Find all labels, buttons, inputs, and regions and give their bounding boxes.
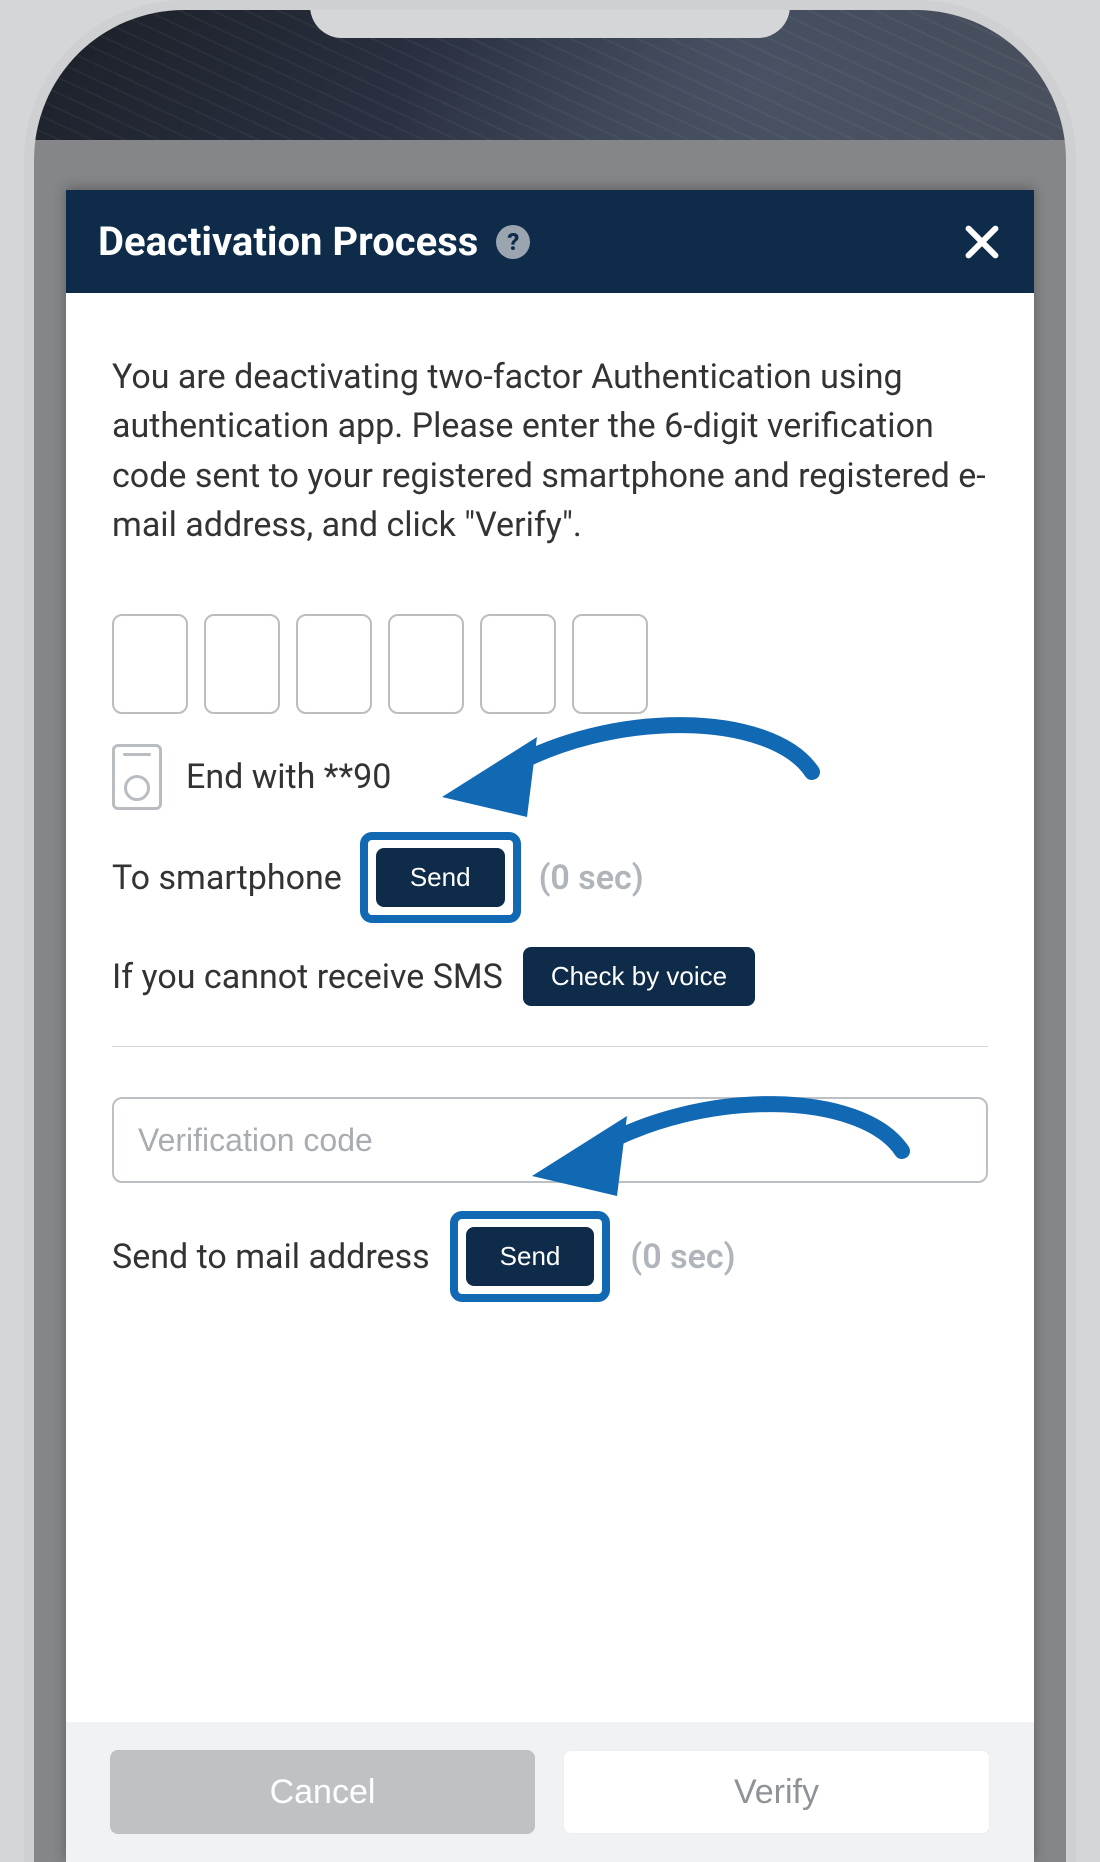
instructions-text: You are deactivating two-factor Authenti… [112,353,988,550]
phone-ending-label: End with **90 [186,757,391,797]
send-mail-label: Send to mail address [112,1237,430,1277]
section-divider [112,1046,988,1047]
modal-footer: Cancel Verify [66,1722,1034,1862]
phone-number-row: End with **90 [112,744,988,810]
verify-button[interactable]: Verify [563,1750,990,1834]
sms-fallback-label: If you cannot receive SMS [112,957,503,997]
close-icon[interactable] [962,222,1002,262]
code-digit-6[interactable] [572,614,648,714]
help-icon[interactable]: ? [496,225,530,259]
modal-body: You are deactivating two-factor Authenti… [66,293,1034,1722]
modal-header: Deactivation Process ? [66,190,1034,293]
send-mail-row: Send to mail address Send (0 sec) [112,1211,988,1302]
sms-code-inputs [112,614,988,714]
code-digit-4[interactable] [388,614,464,714]
send-mail-highlight: Send [450,1211,611,1302]
phone-frame: Deactivation Process ? You are deactivat… [24,0,1076,1862]
send-mail-button[interactable]: Send [466,1227,595,1286]
code-digit-2[interactable] [204,614,280,714]
code-digit-5[interactable] [480,614,556,714]
modal-title: Deactivation Process [98,218,478,265]
code-digit-1[interactable] [112,614,188,714]
phone-notch [310,0,790,38]
mail-timer: (0 sec) [630,1237,735,1277]
verification-code-input[interactable] [112,1097,988,1183]
check-by-voice-button[interactable]: Check by voice [523,947,755,1006]
to-smartphone-label: To smartphone [112,858,342,898]
sms-fallback-row: If you cannot receive SMS Check by voice [112,947,988,1006]
sms-timer: (0 sec) [539,858,644,898]
send-sms-highlight: Send [360,832,521,923]
send-sms-button[interactable]: Send [376,848,505,907]
deactivation-modal: Deactivation Process ? You are deactivat… [66,190,1034,1862]
send-sms-row: To smartphone Send (0 sec) [112,832,988,923]
code-digit-3[interactable] [296,614,372,714]
phone-device-icon [112,744,162,810]
cancel-button[interactable]: Cancel [110,1750,535,1834]
